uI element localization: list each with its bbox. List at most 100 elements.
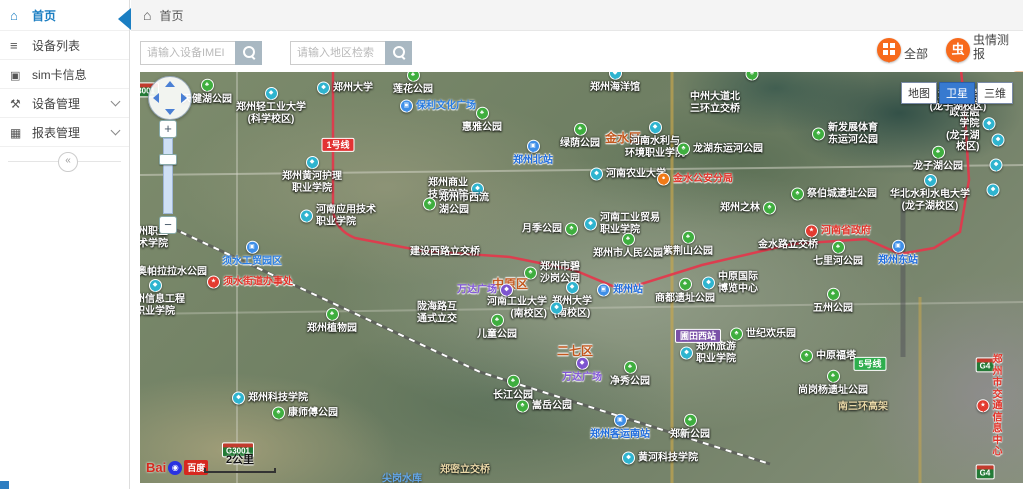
map-type-map[interactable]: 地图 <box>901 82 937 104</box>
map-marker-label-white[interactable]: 奥帕拉拉水公园 <box>140 264 207 278</box>
sidebar-item-report-mgmt[interactable]: 报表管理 <box>0 118 129 147</box>
map-marker-road[interactable]: 中州大道北 三环立交桥 <box>690 90 740 115</box>
park-pin-icon: ♣ <box>827 288 840 301</box>
map-marker-park[interactable]: ♣嵩岳公园 <box>516 400 572 413</box>
map-marker-school[interactable]: ◆郑州黄河护理 职业学院 <box>282 156 342 194</box>
map-marker-park[interactable]: ♣绿荫公园 <box>560 123 600 150</box>
map-marker-star[interactable]: ★河南省政府 <box>805 225 871 238</box>
sidebar-collapse-button[interactable]: « <box>58 152 78 172</box>
map-marker-badge-green[interactable]: 5号线 <box>853 355 886 371</box>
map-marker-label: 须水工贸园区 <box>222 256 282 268</box>
map-marker-park[interactable]: ♣新发展体育 东运河公园 <box>812 123 878 146</box>
map-marker-park[interactable]: ♣七里河公园 <box>813 241 863 268</box>
zoom-slider-track[interactable] <box>163 138 173 214</box>
map-marker-park[interactable]: ♣紫荆山公园 <box>663 231 713 258</box>
map-type-satellite[interactable]: 卫星 <box>939 82 975 104</box>
map-marker-park[interactable]: ♣龙子湖公园 <box>913 146 963 173</box>
map-marker-road[interactable]: 建设西路立交桥 <box>410 244 480 258</box>
map-marker-water-blue[interactable]: 尖岗水库 <box>382 471 422 483</box>
zoom-out-button[interactable]: − <box>159 216 177 234</box>
map-marker-plaza[interactable]: ◆万达广场 <box>562 357 602 384</box>
park-pin-icon: ♣ <box>932 146 945 159</box>
map-marker-park[interactable]: ♣惠雅公园 <box>462 107 502 134</box>
map-marker-label: 5号线 <box>853 357 886 371</box>
sidebar-item-sim-info[interactable]: sim卡信息 <box>0 60 129 89</box>
map-marker-star[interactable]: ★须水街道办事处 <box>207 276 293 289</box>
map-marker-park[interactable]: ♣净秀公园 <box>610 361 650 388</box>
map-marker-bus[interactable]: ▣郑州客运南站 <box>590 414 650 441</box>
map-marker-school[interactable]: ◆河南水利与 环境职业学院 <box>625 121 685 159</box>
map-marker-label: 中原福塔 <box>816 350 856 362</box>
map-marker-shield[interactable]: G4 <box>976 462 995 479</box>
map-marker-school[interactable]: ◆郑州海洋馆 <box>590 72 640 93</box>
map-marker-school[interactable]: ◆郑州旅游 职业学院 <box>680 342 736 365</box>
map-marker-park[interactable]: ♣郑新公园 <box>670 414 710 441</box>
map-marker-park[interactable]: ♣祭伯城遗址公园 <box>791 188 877 201</box>
map-marker-station[interactable]: ▣郑州东站 <box>878 240 918 267</box>
star-pin-icon: ★ <box>207 276 220 289</box>
map-marker-park[interactable]: ♣郑州之林 <box>720 202 776 215</box>
map-marker-road-tan[interactable]: 南三环高架 <box>838 399 888 413</box>
map-canvas[interactable]: ♣天健湖公园♣莲花公园◆郑州大学▣保利文化广场◆郑州轻工业大学 (科学校区)♣惠… <box>140 72 1023 483</box>
school-pin-icon: ◆ <box>987 184 1000 197</box>
map-marker-label: 南三环高架 <box>838 401 888 413</box>
map-marker-school[interactable]: ◆黄河科技学院 <box>622 452 698 465</box>
map-marker-park[interactable]: ♣康师傅公园 <box>272 407 338 420</box>
map-marker-park[interactable]: ♣莲花公园 <box>393 72 433 95</box>
map-marker-badge-red[interactable]: 1号线 <box>321 136 354 152</box>
map-marker-label: 郑州大学 <box>333 82 373 94</box>
map-marker-park[interactable]: ♣长江公园 <box>493 375 533 402</box>
map-marker-school[interactable]: ◆华北水利水电大学 (龙子湖校区) <box>890 174 970 212</box>
map-marker-park[interactable]: ♣世纪欢乐园 <box>730 328 796 341</box>
map-marker-road[interactable]: 陇海路互 通式立交 <box>417 300 457 325</box>
map-marker-school[interactable]: ◆郑州信息工程 职业学院 <box>140 279 185 317</box>
map-marker-school[interactable]: ◆河南农业大学 <box>590 168 666 181</box>
map-marker-park[interactable]: ♣月季公园 <box>522 223 578 236</box>
map-marker-plaza[interactable]: ◆万达广场 <box>457 284 513 297</box>
sidebar-item-device-mgmt[interactable]: 设备管理 <box>0 89 129 118</box>
map-marker-park[interactable]: ♣儿童公园 <box>477 314 517 341</box>
map-marker-school[interactable]: ◆郑州大学 <box>317 82 373 95</box>
map-marker-school[interactable]: ◆ <box>990 159 1003 172</box>
sidebar-item-device-list[interactable]: 设备列表 <box>0 31 129 60</box>
map-marker-poi-red[interactable]: ●金水公安分局 <box>657 173 733 186</box>
map-marker-label: 七里河公园 <box>813 256 863 268</box>
map-marker-station[interactable]: ▣郑州北站 <box>513 140 553 167</box>
region-search-input[interactable] <box>290 41 385 65</box>
imei-search-input[interactable] <box>140 41 235 65</box>
map-marker-school[interactable]: ◆ <box>987 184 1000 197</box>
zoom-in-button[interactable]: + <box>159 120 177 138</box>
map-marker-park[interactable]: ♣中原福塔 <box>800 350 856 363</box>
map-marker-school[interactable]: ◆河南应用技术 职业学院 <box>300 205 376 228</box>
region-search-button[interactable] <box>385 41 412 65</box>
map-marker-road-tan[interactable]: 郑密立交桥 <box>440 462 490 476</box>
map-marker-park[interactable]: ♣郑州市人民公园 <box>593 233 663 260</box>
sidebar: 首页 设备列表 sim卡信息 设备管理 报表管理 « <box>0 0 130 489</box>
map-marker-station[interactable]: ▣郑州站 <box>597 284 643 297</box>
sidebar-item-home[interactable]: 首页 <box>0 0 129 31</box>
legend-pest-report[interactable]: 虫 虫情测报 <box>946 33 1009 62</box>
map-marker-park[interactable]: ♣龙湖东运河公园 <box>677 143 763 156</box>
map-marker-poi-blue[interactable]: ▣须水工贸园区 <box>222 241 282 268</box>
map-marker-label: 郑州客运南站 <box>590 429 650 441</box>
map-marker-park[interactable]: ♣ <box>746 72 759 81</box>
map-marker-school[interactable]: ◆郑州科技学院 <box>232 392 308 405</box>
map-pan-control[interactable] <box>148 76 192 120</box>
imei-search-button[interactable] <box>235 41 262 65</box>
map-marker-school[interactable]: ◆郑州轻工业大学 (科学校区) <box>236 87 306 125</box>
map-zoom-control: + − <box>159 120 177 234</box>
map-marker-school[interactable]: ◆ <box>992 134 1005 147</box>
zoom-slider-handle[interactable] <box>159 154 177 165</box>
map-marker-park[interactable]: ♣五州公园 <box>813 288 853 315</box>
map-type-3d[interactable]: 三维 <box>977 82 1013 104</box>
map-marker-label: 郑州轻工业大学 (科学校区) <box>236 102 306 125</box>
legend-all[interactable]: 全部 <box>877 38 928 62</box>
map-marker-star[interactable]: ★郑州市交通 信息中心 <box>977 354 1008 458</box>
map-marker-park[interactable]: ♣郑州植物园 <box>307 308 357 335</box>
map-marker-badge-purple[interactable]: 圃田西站 <box>675 327 721 343</box>
map-marker-road[interactable]: 金水路立交桥 <box>758 237 818 251</box>
map-marker-park[interactable]: ♣尚岗杨遗址公园 <box>798 370 868 397</box>
map-marker-school[interactable]: ◆中原国际 博览中心 <box>702 272 758 295</box>
map-marker-park[interactable]: ♣郑州市西流 湖公园 <box>423 193 489 216</box>
grid-pin-icon <box>877 38 901 62</box>
